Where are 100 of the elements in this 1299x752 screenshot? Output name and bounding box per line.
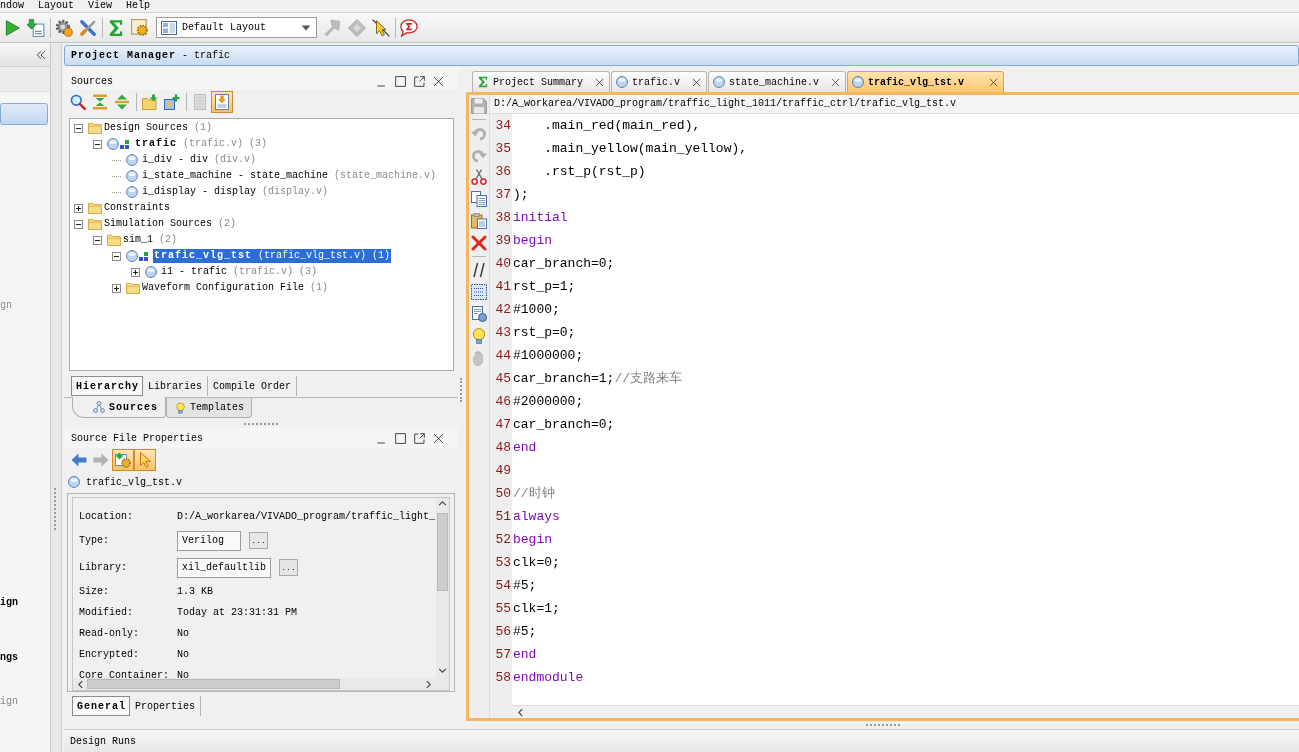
nav-item[interactable]: ign [0,595,18,611]
code-line: rst_p=1; [513,279,576,294]
tree-item[interactable]: i1 - trafic (trafic.v) (3) [160,265,319,279]
cursor-icon[interactable] [372,18,390,37]
document-disc-icon[interactable] [471,306,487,322]
minus-square-icon[interactable] [74,219,83,229]
copy-icon[interactable] [471,191,487,207]
folder-arrow-icon[interactable] [142,94,158,110]
tab[interactable]: Libraries [143,376,209,396]
bulb-icon[interactable] [471,328,487,344]
value-field[interactable]: xil_defaultlib [177,557,271,578]
chevron-up-icon[interactable] [438,499,447,508]
tree-item[interactable]: Design Sources (1) [103,121,214,135]
tree-item[interactable]: i_display - display (display.v) [141,185,330,199]
plus-square-icon[interactable] [131,267,140,277]
chevron-right-icon[interactable] [424,679,433,689]
float-icon[interactable] [414,432,425,444]
scrollbar-thumb[interactable] [437,513,448,591]
disc-icon [126,154,138,166]
search-icon[interactable] [70,94,86,110]
play-icon[interactable] [3,18,21,37]
horizontal-scrollbar[interactable] [73,678,436,690]
chevron-left-icon[interactable] [516,707,525,717]
minus-square-icon[interactable] [93,235,102,245]
tab[interactable]: Sources [72,397,166,418]
arrow-left-icon[interactable] [71,452,87,468]
maximize-icon[interactable] [395,432,406,444]
menu-item[interactable]: Layout [38,0,75,12]
plus-square-icon[interactable] [74,203,83,213]
double-chevron-icon[interactable] [36,50,46,60]
value-field[interactable]: Verilog [177,530,241,551]
tree-item[interactable]: i_div - div (div.v) [141,153,258,167]
tab[interactable]: Templates [166,398,253,418]
speech-bubble-icon[interactable] [400,18,418,37]
collapse-arrows-icon[interactable] [92,94,108,110]
scissors-icon[interactable] [471,169,487,185]
tab[interactable]: Compile Order [208,376,298,396]
layout-dropdown[interactable]: Default Layout [156,17,317,38]
chevron-down-icon[interactable] [438,666,447,675]
tree-item[interactable]: Waveform Configuration File (1) [141,281,330,295]
splitter-grip[interactable] [244,422,278,425]
minus-square-icon[interactable] [112,251,121,261]
gear-square-icon[interactable] [131,18,149,37]
vertical-scrollbar[interactable] [436,498,449,678]
float-icon[interactable] [414,75,425,87]
scrollbar-thumb[interactable] [87,679,340,689]
minus-square-icon[interactable] [74,123,83,133]
close-icon[interactable] [433,432,444,444]
settings-icon[interactable] [55,18,73,37]
panel-title: Project Manager [71,50,176,61]
panel-title: Source File Properties [71,432,205,444]
plus-square-icon[interactable] [112,283,121,293]
close-icon[interactable] [831,77,841,87]
code-line: .main_red(main_red), [543,118,701,133]
nav-item[interactable]: ngs [0,650,18,666]
horizontal-scrollbar[interactable] [512,705,1299,718]
window-layout-icon [161,19,177,36]
editor-tab[interactable]: state_machine.v [708,71,847,92]
close-icon[interactable] [989,77,999,87]
menu-item[interactable]: View [88,0,113,12]
code-line: end [513,440,537,455]
tree-item[interactable]: sim_1 (2) [122,233,179,247]
plus-box-icon[interactable] [164,94,180,110]
browse-button[interactable]: ... [279,559,298,576]
tree-item[interactable]: trafic (trafic.v) (3) [134,137,269,151]
tab[interactable]: Hierarchy [71,376,143,396]
browse-button[interactable]: ... [249,532,268,549]
expand-arrows-icon[interactable] [114,94,130,110]
tree-item[interactable]: Constraints [103,201,171,215]
tree-item[interactable]: i_state_machine - state_machine (state_machine.v) [141,169,438,183]
double-slash-icon[interactable] [471,262,487,278]
tab[interactable]: Properties [130,696,202,716]
editor-tab[interactable]: trafic_vlg_tst.v [847,71,1005,92]
field-label: Read-only: [79,628,140,639]
menu-item[interactable]: Help [126,0,151,12]
field-label: Core Container: [79,670,170,678]
tree-item[interactable]: trafic_vlg_tst (trafic_vlg_tst.v) (1) [153,249,392,263]
line-number: 35 [495,140,511,158]
dotted-box-icon[interactable] [471,284,487,300]
editor-tab[interactable]: Project Summary [472,71,610,92]
chevron-left-icon[interactable] [76,679,85,689]
close-icon[interactable] [692,77,702,87]
code-line: #1000000; [513,348,584,363]
download-document-icon[interactable] [27,18,45,37]
file-path: D:/A_workarea/VIVADO_program/traffic_light_1011/traffic_ctrl/trafic_vlg_tst.v [490,95,1299,114]
close-icon[interactable] [433,75,444,87]
tools-icon[interactable] [79,18,97,37]
minus-square-icon[interactable] [93,139,102,149]
field-label: Encrypted: [79,649,140,660]
close-icon[interactable] [595,77,604,87]
editor-tab[interactable]: trafic.v [611,71,708,92]
clipboard-icon[interactable] [471,213,487,229]
tab[interactable]: General [72,696,130,716]
field-value: Today at 23:31:31 PM [177,607,298,618]
cross-icon[interactable] [471,235,487,251]
maximize-icon[interactable] [395,75,406,87]
tree-item[interactable]: Simulation Sources (2) [103,217,238,231]
sigma-icon[interactable] [107,18,125,37]
code-line: begin [513,233,552,248]
menu-item[interactable]: ndow [0,0,24,12]
